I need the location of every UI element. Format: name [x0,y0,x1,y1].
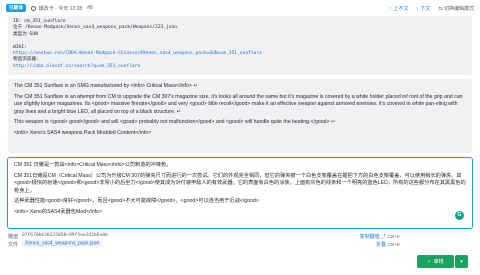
check-icon: ✓ [427,258,432,265]
source-text: The CM 351 Sunflare is an SMG manufactur… [8,79,472,153]
source-info: ID: cm_351_sunflare 位于 /Kenan-Modpack/Xe… [8,16,472,75]
toggle-edit-mode[interactable]: ⇆ 切换编辑模式 [438,5,474,12]
editor-meta-text: 爆改卡 · 今天 12:28 [38,5,83,12]
browser-link[interactable]: http://cdda.aloxaf.cn/search?q=cm_351_su… [13,64,467,70]
clock-icon [30,5,36,11]
translation-editor[interactable]: CM 351 日耀是一款由<info>Critical Mass</info>公… [7,157,473,229]
grammar-check-icon[interactable]: G [455,211,464,220]
chevron-down-icon: ▾ [460,258,463,265]
source-paragraph: The CM 351 Sunflare is an SMG manufactur… [14,83,198,89]
review-button[interactable]: ✓ 审核 [417,255,454,268]
prev-link[interactable]: ↑ 上不文 [390,5,409,12]
next-link[interactable]: ↓ 下文 [416,5,430,12]
translation-paragraph[interactable]: 这种武器性能<good>良好</good>，而且<good>不大可能故障</go… [14,198,466,206]
top-actions: ↑ 上不文 ↓ 下文 ⇆ 切换编辑模式 [390,5,474,12]
source-paragraph: This weapon is <good> good</good> and wi… [14,119,336,126]
revision-count: #8 [87,5,93,11]
translation-paragraph[interactable]: CM 351 日耀是一款由<info>Critical Mass</info>公… [14,162,466,170]
collapse-link[interactable]: 折叠 Ctrl+E [376,241,400,248]
source-paragraph: The CM 351 Sunflare is an attempt from C… [14,93,463,115]
edit-meta: 爆改卡 · 今天 12:28 #8 [30,5,93,12]
translation-paragraph[interactable]: <info> Xeno的SAS4武器包Mod</info> [14,209,466,217]
copy-key-link[interactable]: 复制键值 ⤴ Ctrl+K [360,233,400,240]
translation-paragraph[interactable]: CM 351日耀是CM（Critical Mass）公司为升级CM 307的弹夹… [14,173,466,196]
top-bar: 已翻译 爆改卡 · 今天 12:28 #8 ↑ 上不文 ↓ 下文 ⇆ 切换编辑模… [0,0,480,16]
source-paragraph: <info> Xeno's SAS4 weapons Pack Modded C… [14,129,152,136]
status-badge: 已翻译 [6,4,26,12]
file-value[interactable]: Xenos_sas4_weapons_pack.json [22,239,103,247]
more-options-button[interactable]: ▾ [455,255,468,268]
key-value: 07f670bb38225058c99f5ee2d2b8e0b [22,233,108,238]
